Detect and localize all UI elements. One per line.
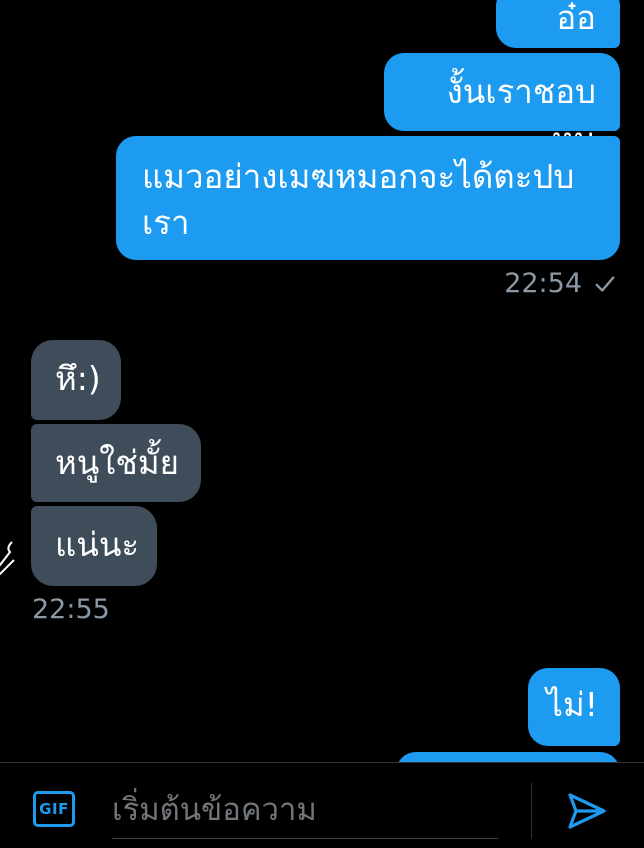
outgoing-message[interactable]: แมวอย่างเมฆหมอกจะได้ตะปบ เรา — [116, 136, 620, 260]
message-input[interactable] — [112, 781, 498, 839]
chat-screen: อ๋ออว งั้นเราชอบหนู แมวอย่างเมฆหมอกจะได้… — [0, 0, 644, 848]
message-timestamp: 22:55 — [32, 594, 110, 625]
divider — [531, 783, 532, 839]
avatar-icon[interactable] — [0, 530, 20, 580]
gif-button[interactable]: GIF — [33, 791, 75, 827]
check-icon — [595, 275, 615, 292]
incoming-message[interactable]: หนูใช่มั้ย — [31, 424, 201, 502]
outgoing-message[interactable]: งั้นเราชอบหนู — [384, 53, 620, 159]
outgoing-message[interactable]: ไม่! — [528, 668, 620, 746]
incoming-message[interactable]: หึ:) — [31, 340, 121, 420]
outgoing-message[interactable]: อ๋ออว — [496, 0, 620, 85]
message-timestamp-row: 22:54 — [504, 268, 616, 299]
send-icon[interactable] — [564, 789, 610, 833]
incoming-message[interactable]: แน่นะ — [31, 506, 157, 586]
message-composer: GIF — [0, 762, 644, 848]
message-timestamp: 22:54 — [504, 268, 582, 299]
